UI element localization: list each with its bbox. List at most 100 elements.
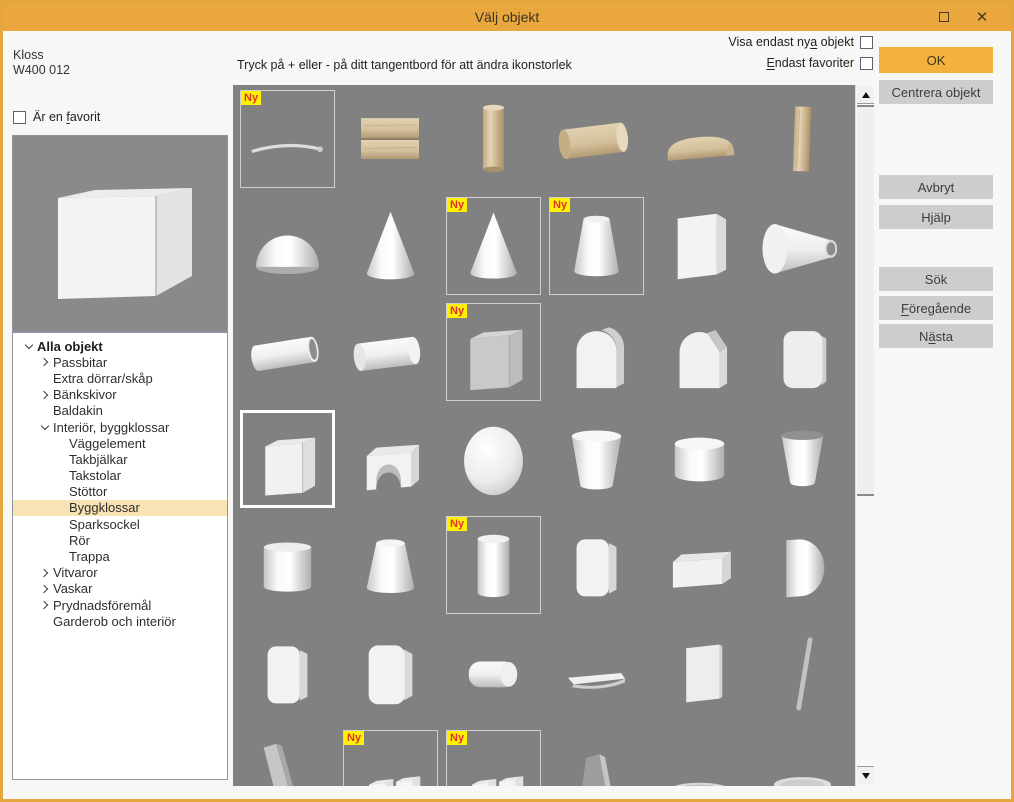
tree-item-extra-d-rrar-sk-p[interactable]: Extra dörrar/skåp xyxy=(13,370,227,386)
object-thumbnail-dome[interactable] xyxy=(240,197,335,295)
tree-item-vitvaror[interactable]: Vitvaror xyxy=(13,565,227,581)
tree-item-v-ggelement[interactable]: Väggelement xyxy=(13,435,227,451)
avbryt-button[interactable]: Avbryt xyxy=(879,175,993,199)
tree-item-byggklossar[interactable]: Byggklossar xyxy=(13,499,227,517)
object-thumbnail-rod-diagonal[interactable] xyxy=(755,623,850,721)
tree-item-vaskar[interactable]: Vaskar xyxy=(13,581,227,597)
maximize-button[interactable] xyxy=(929,3,959,31)
object-thumbnail-cylinder-short[interactable] xyxy=(652,410,747,508)
hjalp-button[interactable]: Hjälp xyxy=(879,205,993,229)
chevron-right-icon[interactable] xyxy=(37,570,53,576)
object-thumbnail-curved-rod[interactable]: Ny xyxy=(240,90,335,188)
tree-item-label: Interiör, byggklossar xyxy=(53,419,170,435)
object-thumbnail-frustum-wide[interactable] xyxy=(343,516,438,614)
titlebar[interactable]: Välj objekt ✕ xyxy=(3,3,1011,31)
is-favorite-option[interactable]: Är en favorit xyxy=(13,110,100,124)
chevron-down-icon[interactable] xyxy=(21,342,37,350)
object-thumbnail-box-pair[interactable]: Ny xyxy=(446,729,541,786)
tree-item-b-nkskivor[interactable]: Bänkskivor xyxy=(13,387,227,403)
tree-item-interi-r-byggklossar[interactable]: Interiör, byggklossar xyxy=(13,419,227,435)
object-thumbnail-panel-thin[interactable] xyxy=(652,623,747,721)
object-thumbnail-bridge-arch[interactable] xyxy=(343,410,438,508)
object-thumbnail-sphere[interactable] xyxy=(446,410,541,508)
object-thumbnail-funnel-shallow[interactable] xyxy=(652,730,747,786)
tree-item-garderob-och-interi-r[interactable]: Garderob och interiör xyxy=(13,613,227,629)
object-thumbnail-cylinder-medium[interactable] xyxy=(240,516,335,614)
object-thumbnail-rounded-box-wide[interactable] xyxy=(343,623,438,721)
tree-item-sparksockel[interactable]: Sparksockel xyxy=(13,516,227,532)
object-thumbnail-rounded-box-tall[interactable] xyxy=(549,516,644,614)
only-favorites-option[interactable]: Endast favoriter xyxy=(766,56,873,70)
sphere-icon xyxy=(464,426,523,495)
scroll-down-button[interactable] xyxy=(857,766,874,784)
object-thumbnail-flat-box-standing[interactable] xyxy=(652,197,747,295)
is-favorite-checkbox[interactable] xyxy=(13,110,26,124)
object-thumbnail-wedge-dark[interactable] xyxy=(549,730,644,786)
capsule-horizontal-icon xyxy=(468,661,518,688)
object-thumbnail-cube[interactable] xyxy=(240,409,335,508)
object-thumbnail-box-wide[interactable] xyxy=(652,516,747,614)
tree-item-takbj-lkar[interactable]: Takbjälkar xyxy=(13,451,227,467)
object-thumbnail-capsule-horizontal[interactable] xyxy=(446,623,541,721)
object-thumbnail-wood-plank-vertical[interactable] xyxy=(755,90,850,188)
chevron-down-icon[interactable] xyxy=(37,423,53,431)
tree-item-takstolar[interactable]: Takstolar xyxy=(13,468,227,484)
tree-item-prydnadsf-rem-l[interactable]: Prydnadsföremål xyxy=(13,597,227,613)
foregaende-button[interactable]: Föregående xyxy=(879,296,993,320)
object-thumbnail-half-cylinder-block[interactable] xyxy=(755,516,850,614)
chevron-right-icon[interactable] xyxy=(37,392,53,398)
nasta-button[interactable]: Nästa xyxy=(879,324,993,348)
object-thumbnail-cone[interactable] xyxy=(343,197,438,295)
object-thumbnail-plank-diagonal[interactable] xyxy=(240,730,335,786)
object-thumbnail-cone[interactable]: Ny xyxy=(446,196,541,295)
centrera-button[interactable]: Centrera objekt xyxy=(879,80,993,104)
arch-block-beveled-icon xyxy=(679,330,728,389)
object-thumbnail-slab-flat[interactable] xyxy=(549,623,644,721)
tree-item-r-r[interactable]: Rör xyxy=(13,532,227,548)
ok-button[interactable]: OK xyxy=(879,47,993,73)
tree-item-passbitar[interactable]: Passbitar xyxy=(13,354,227,370)
object-thumbnail-arch-block-beveled[interactable] xyxy=(652,303,747,401)
object-thumbnail-frustum[interactable]: Ny xyxy=(549,196,644,295)
object-thumbnail-cube-gray[interactable]: Ny xyxy=(446,303,541,402)
chevron-right-icon[interactable] xyxy=(37,602,53,608)
selected-object-code: W400 012 xyxy=(13,63,70,77)
object-thumbnail-rounded-box-tall[interactable] xyxy=(240,623,335,721)
sok-button[interactable]: Sök xyxy=(879,267,993,291)
object-thumbnail-cylinder-tall[interactable]: Ny xyxy=(446,516,541,615)
tree-item-trappa[interactable]: Trappa xyxy=(13,548,227,564)
bridge-arch-icon xyxy=(366,444,419,491)
only-favorites-checkbox[interactable] xyxy=(860,56,873,70)
tree-item-alla-objekt[interactable]: Alla objekt xyxy=(13,338,227,354)
object-thumbnail-tube-open[interactable] xyxy=(240,303,335,401)
object-thumbnail-funnel-cone[interactable] xyxy=(755,730,850,786)
object-thumbnail-box-pair[interactable]: Ny xyxy=(343,729,438,786)
grid-scrollbar[interactable] xyxy=(855,85,874,786)
object-thumbnail-arch-block[interactable] xyxy=(549,303,644,401)
object-thumbnail-wood-half-log[interactable] xyxy=(652,90,747,188)
object-thumbnail-wood-planks[interactable] xyxy=(343,90,438,188)
object-thumbnail-cylinder-horizontal[interactable] xyxy=(343,303,438,401)
slab-flat-icon xyxy=(568,672,625,689)
wood-plank-vertical-icon xyxy=(792,106,812,172)
tree-item-baldakin[interactable]: Baldakin xyxy=(13,403,227,419)
close-button[interactable]: ✕ xyxy=(967,3,997,31)
scrollbar-thumb[interactable] xyxy=(857,105,874,496)
show-only-new-objects-checkbox[interactable] xyxy=(860,35,873,49)
tree-item-st-ttor[interactable]: Stöttor xyxy=(13,484,227,500)
object-thumbnail-rounded-slab[interactable] xyxy=(755,303,850,401)
object-thumbnail-inverted-frustum-narrow[interactable] xyxy=(755,410,850,508)
object-thumbnail-wood-log-horizontal[interactable] xyxy=(549,90,644,188)
cone-icon xyxy=(470,212,517,279)
chevron-right-icon[interactable] xyxy=(37,359,53,365)
show-only-new-objects-option[interactable]: Visa endast nya objekt xyxy=(728,35,873,49)
object-thumbnail-wood-log-vertical[interactable] xyxy=(446,90,541,188)
new-badge: Ny xyxy=(447,304,468,319)
new-badge: Ny xyxy=(447,730,468,745)
category-tree: Alla objekt Passbitar Extra dörrar/skåp Bän… xyxy=(12,332,228,780)
object-thumbnail-cone-horizontal[interactable] xyxy=(755,197,850,295)
chevron-right-icon[interactable] xyxy=(37,586,53,592)
preview-cube-icon xyxy=(58,188,192,299)
scroll-up-button[interactable] xyxy=(857,86,874,104)
object-thumbnail-inverted-frustum[interactable] xyxy=(549,410,644,508)
